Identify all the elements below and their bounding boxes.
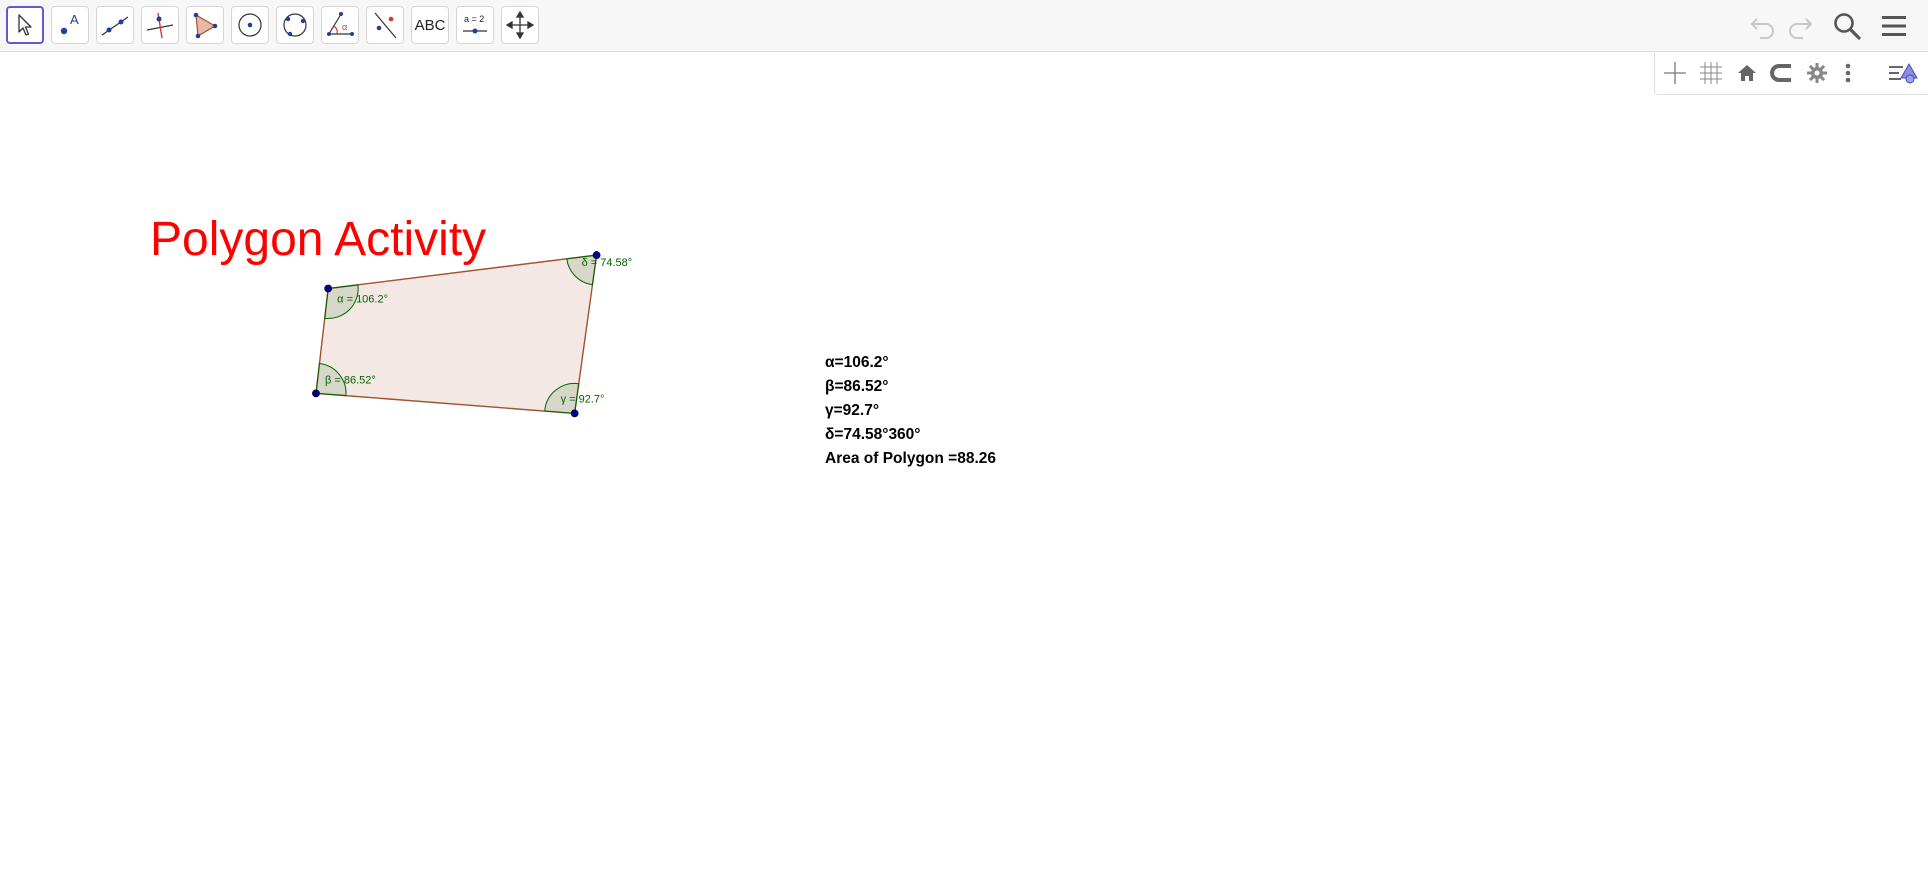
algebra-toggle-icon	[1889, 62, 1918, 84]
search-button[interactable]	[1827, 6, 1867, 46]
svg-text:α: α	[342, 22, 347, 32]
angle-label-γ: γ = 92.7°	[561, 393, 605, 405]
line-tool-button[interactable]	[96, 6, 134, 44]
circle-center-point-icon	[238, 13, 262, 37]
home-icon	[1738, 65, 1756, 81]
vertex-point-A[interactable]	[324, 284, 333, 293]
circle-three-points-icon	[283, 13, 307, 37]
slider-icon: a = 2	[463, 14, 487, 34]
point-capture-button[interactable]	[1766, 57, 1798, 89]
circle-tool-button[interactable]	[231, 6, 269, 44]
menu-icon	[1882, 16, 1906, 36]
reflect-tool-button[interactable]	[366, 6, 404, 44]
vertex-point-B[interactable]	[312, 389, 320, 398]
graphics-canvas[interactable]: α = 106.2° β = 86.52° γ = 92.7° δ = 74.58°	[0, 53, 1928, 890]
toggle-axes-button[interactable]	[1659, 57, 1691, 89]
angle-label-α: α = 106.2°	[337, 294, 388, 306]
info-line-beta: β=86.52°	[825, 378, 889, 395]
axes-icon	[1664, 62, 1686, 84]
polygon-tool-button[interactable]	[186, 6, 224, 44]
slider-tool-button[interactable]: a = 2	[456, 6, 494, 44]
page-title: Polygon Activity	[150, 213, 487, 266]
angle-info-text: α=106.2° β=86.52° γ=92.7° δ=74.58°360° A…	[825, 351, 996, 471]
settings-icon	[1807, 63, 1827, 83]
circle-three-points-tool-button[interactable]	[276, 6, 314, 44]
redo-button[interactable]	[1780, 6, 1820, 46]
graphics-settings-button[interactable]	[1801, 57, 1833, 89]
move-graphics-view-icon	[505, 10, 535, 40]
reflect-icon	[374, 12, 397, 39]
undo-button[interactable]	[1743, 6, 1783, 46]
search-icon	[1834, 13, 1861, 40]
perpendicular-tool-button[interactable]	[141, 6, 179, 44]
info-line-gamma: γ=92.7°	[825, 402, 880, 419]
move-tool-button[interactable]	[6, 6, 44, 44]
polygon-icon	[193, 12, 218, 39]
toolbar: A α ABC a = 2	[0, 0, 1928, 52]
angle-label-β: β = 86.52°	[325, 374, 376, 386]
point-capture-icon	[1770, 64, 1791, 82]
point-icon: A	[60, 12, 79, 35]
undo-icon	[1750, 18, 1774, 39]
info-line-area: Area of Polygon =88.26	[825, 450, 996, 467]
vertex-point-D[interactable]	[592, 251, 601, 259]
svg-text:a = 2: a = 2	[464, 14, 484, 24]
info-line-alpha: α=106.2°	[825, 354, 889, 371]
point-tool-button[interactable]: A	[51, 6, 89, 44]
move-arrow-icon	[18, 14, 32, 36]
angle-icon: α	[327, 12, 354, 36]
graphics-view[interactable]: α = 106.2° β = 86.52° γ = 92.7° δ = 74.58° …	[0, 53, 1928, 890]
graphics-style-bar	[1654, 53, 1928, 95]
more-icon	[1845, 63, 1851, 83]
algebra-toggle-button[interactable]	[1887, 57, 1919, 89]
line-icon	[101, 16, 129, 36]
angle-tool-button[interactable]: α	[321, 6, 359, 44]
move-graphics-view-button[interactable]	[501, 6, 539, 44]
redo-icon	[1789, 18, 1813, 39]
angle-label-δ: δ = 74.58°	[582, 257, 633, 269]
polygon-shape[interactable]	[315, 254, 598, 415]
toggle-grid-button[interactable]	[1695, 57, 1727, 89]
vertex-point-C[interactable]	[570, 409, 579, 418]
info-line-delta: δ=74.58°360°	[825, 426, 921, 443]
text-tool-button[interactable]: ABC	[411, 6, 449, 44]
main-menu-button[interactable]	[1874, 6, 1914, 46]
standard-view-button[interactable]	[1731, 57, 1763, 89]
svg-text:A: A	[70, 12, 79, 27]
text-tool-label: ABC	[414, 16, 446, 34]
more-options-button[interactable]	[1832, 57, 1864, 89]
perpendicular-line-icon	[146, 12, 174, 39]
grid-icon	[1700, 62, 1722, 84]
